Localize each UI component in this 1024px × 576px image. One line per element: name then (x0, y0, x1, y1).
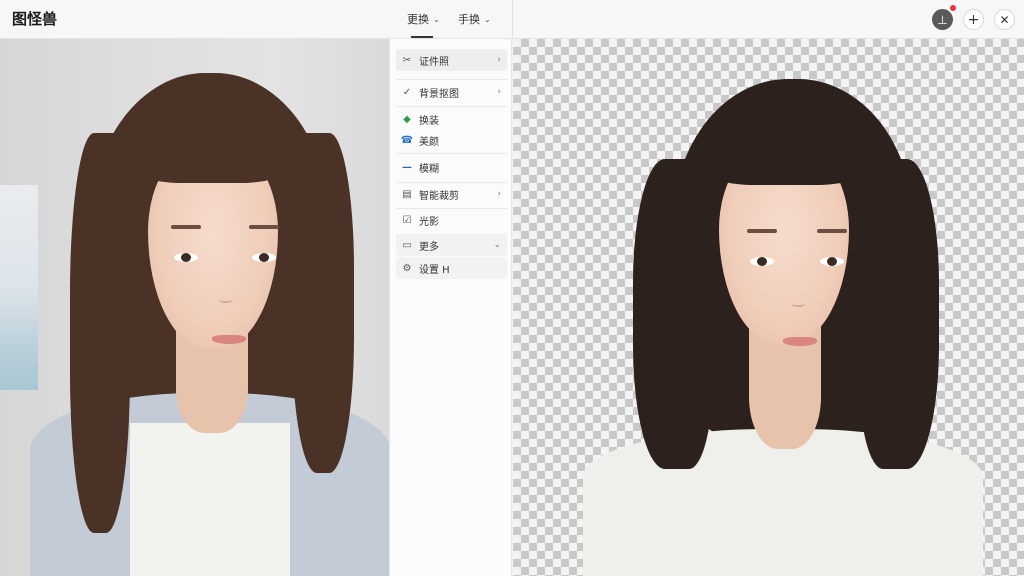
panel-item-label: 美颜 (419, 136, 439, 148)
panel-divider (396, 106, 507, 107)
scissors-icon: ✂ (402, 54, 412, 66)
top-bar: 图怪兽 更换 ⌄ 手换 ⌄ ⊥ + ✕ (0, 0, 1024, 39)
pin-icon: ◆ (403, 113, 411, 125)
tools-panel: ✂ 证件照 › ✓ 背景抠图 › ◆ 换装 ☎ 美颜 — 模糊 ▤ 智能裁剪 › (389, 39, 512, 576)
topbar-divider (512, 0, 513, 39)
panel-item-outfit[interactable]: ◆ 换装 (396, 108, 507, 130)
plus-icon: + (967, 11, 980, 28)
portrait-original (30, 73, 389, 576)
menu-replace-label: 更换 (407, 13, 429, 26)
check-icon: ✓ (402, 86, 412, 98)
panel-item-settings[interactable]: ⚙ 设置 H (396, 257, 507, 279)
panel-item-label: 背景抠图 (419, 88, 459, 100)
chevron-down-icon: ⌄ (484, 14, 491, 24)
panel-item-smart-crop[interactable]: ▤ 智能裁剪 › (396, 183, 507, 205)
chevron-right-icon: › (497, 189, 501, 199)
panel-item-label: 换装 (419, 115, 439, 127)
panel-item-cutout[interactable]: ✓ 背景抠图 › (396, 81, 507, 103)
phone-icon: ☎ (400, 134, 414, 146)
panel-item-id-photo[interactable]: ✂ 证件照 › (396, 49, 507, 71)
chevron-right-icon: › (497, 87, 501, 97)
panel-item-label: 证件照 (419, 56, 449, 68)
panel-item-lighting[interactable]: ☑ 光影 (396, 209, 507, 231)
original-photo (0, 39, 389, 576)
notification-dot (950, 5, 956, 11)
menu-replace[interactable]: 更换 ⌄ (407, 11, 440, 27)
card-icon: ▤ (402, 188, 412, 200)
panel-item-label: 智能裁剪 (419, 190, 459, 202)
panel-divider (396, 79, 507, 80)
portrait-cutout (583, 79, 983, 576)
panel-divider (396, 153, 507, 154)
panel-item-label: 更多 (419, 241, 439, 253)
active-menu-indicator (411, 36, 433, 38)
result-preview (513, 39, 1024, 576)
panel-item-label: 设置 H (419, 264, 450, 276)
close-button[interactable]: ✕ (994, 9, 1015, 30)
folder-icon: ▭ (402, 239, 412, 251)
add-button[interactable]: + (963, 9, 984, 30)
dash-icon: — (402, 161, 412, 173)
chevron-right-icon: › (497, 55, 501, 65)
panel-item-beauty[interactable]: ☎ 美颜 (396, 129, 507, 151)
menu-manual[interactable]: 手换 ⌄ (458, 11, 491, 27)
panel-item-more[interactable]: ▭ 更多 ⌄ (396, 234, 507, 256)
app-title: 图怪兽 (12, 10, 58, 28)
panel-item-blur[interactable]: — 模糊 (396, 156, 507, 178)
pin-icon: ⊥ (937, 12, 948, 27)
chevron-down-icon: ⌄ (493, 240, 501, 250)
panel-item-label: 光影 (419, 216, 439, 228)
close-icon: ✕ (999, 12, 1010, 27)
chevron-down-icon: ⌄ (433, 14, 440, 24)
pin-button[interactable]: ⊥ (932, 5, 956, 30)
app-window: 图怪兽 更换 ⌄ 手换 ⌄ ⊥ + ✕ ✂ 证件照 › ✓ 背景抠图 › ◆ 换… (0, 0, 1024, 576)
menu-manual-label: 手换 (458, 13, 480, 26)
gear-icon: ⚙ (402, 262, 412, 274)
panel-item-label: 模糊 (419, 163, 439, 175)
checkbox-icon: ☑ (402, 214, 412, 226)
